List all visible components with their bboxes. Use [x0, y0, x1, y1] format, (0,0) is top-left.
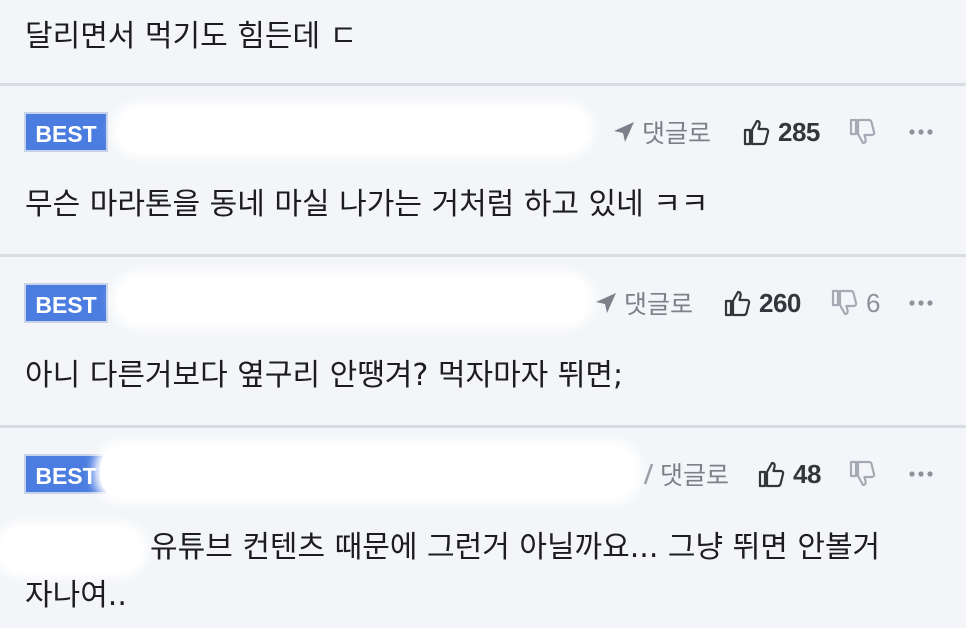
reply-arrow-icon	[614, 122, 634, 142]
reply-arrow-icon	[596, 293, 616, 313]
comment-3: BEST 댓글로 48 유튜브 컨텐츠 때문에 그런거 아닐까요... 그냥 뛰…	[0, 428, 966, 628]
like-button[interactable]: 48	[757, 456, 821, 492]
thumbs-down-icon	[849, 460, 876, 487]
redacted-username	[118, 108, 588, 152]
more-dots-icon	[909, 300, 933, 306]
reply-arrow-icon	[643, 463, 654, 485]
more-options-button[interactable]	[908, 285, 938, 321]
comment-meta: BEST 댓글로 48	[0, 446, 966, 504]
comment-text: 무슨 마라톤을 동네 마실 나가는 거처럼 하고 있네 ㅋㅋ	[25, 187, 709, 222]
thumbs-up-icon	[743, 119, 770, 146]
dislike-button[interactable]	[848, 114, 876, 150]
like-count: 48	[793, 458, 821, 489]
comment-text: 달리면서 먹기도 힘든데 ㄷ	[25, 19, 358, 54]
like-button[interactable]: 285	[742, 114, 820, 150]
comment-text: 아니 다른거보다 옆구리 안땡겨? 먹자마자 뛰면;	[25, 358, 624, 393]
like-count: 260	[759, 287, 801, 318]
reply-link[interactable]: 댓글로	[636, 456, 729, 492]
best-badge: BEST	[24, 112, 108, 152]
comment-text-line1: 유튜브 컨텐츠 때문에 그런거 아닐까요... 그냥 뛰면 안볼거	[150, 530, 881, 565]
best-badge: BEST	[24, 454, 108, 494]
comment-0: 달리면서 먹기도 힘든데 ㄷ	[0, 0, 966, 83]
like-button[interactable]: 260	[723, 285, 801, 321]
like-count: 285	[778, 116, 820, 147]
more-options-button[interactable]	[908, 456, 938, 492]
redacted-username	[100, 446, 635, 498]
reply-label: 댓글로	[624, 290, 694, 319]
comment-meta: BEST 댓글로 285	[0, 108, 966, 162]
dislike-button[interactable]: 6	[830, 285, 880, 321]
reply-label: 댓글로	[660, 461, 730, 490]
thumbs-up-icon	[724, 290, 751, 317]
reply-link[interactable]: 댓글로	[612, 114, 711, 150]
more-dots-icon	[909, 129, 933, 135]
more-dots-icon	[909, 471, 933, 477]
dislike-count: 6	[866, 287, 881, 318]
thumbs-down-icon	[831, 289, 858, 316]
dislike-button[interactable]	[848, 456, 876, 492]
best-badge: BEST	[24, 283, 108, 323]
reply-label: 댓글로	[642, 119, 712, 148]
comment-2: BEST 댓글로 260 6 아니 다른거보다 옆구리 안땡겨? 먹자마자 뛰면…	[0, 257, 966, 425]
redacted-username	[118, 277, 588, 323]
comment-1: BEST 댓글로 285 무슨 마라톤을 동네 마실 나가는 거처럼 하고 있네…	[0, 86, 966, 254]
more-options-button[interactable]	[908, 114, 938, 150]
redacted-text	[0, 528, 142, 572]
reply-link[interactable]: 댓글로	[594, 285, 693, 321]
comment-meta: BEST 댓글로 260 6	[0, 277, 966, 333]
comment-text-line2: 자나여..	[25, 578, 127, 613]
thumbs-up-icon	[758, 461, 785, 488]
thumbs-down-icon	[849, 118, 876, 145]
